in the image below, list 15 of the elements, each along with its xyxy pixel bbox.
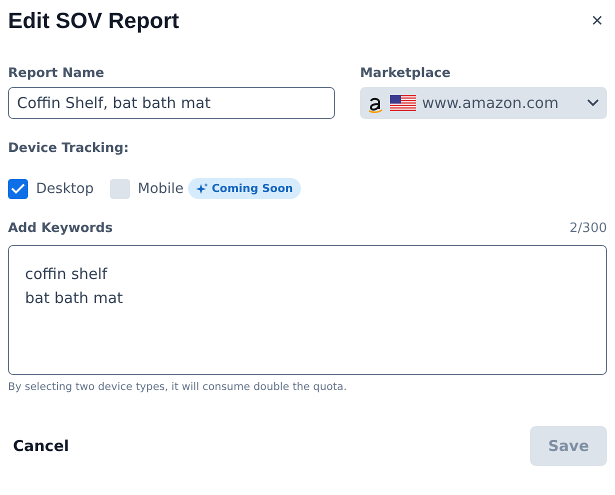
field-label: Report Name xyxy=(8,66,106,81)
checkbox-label: Mobile xyxy=(138,180,184,196)
field-label: Marketplace xyxy=(360,66,452,81)
section-label: Device Tracking: xyxy=(8,141,130,156)
coming-soon-badge: Coming Soon xyxy=(188,178,301,199)
keyword-count: 2/300 xyxy=(570,221,607,236)
report-name-field[interactable]: Coffin Shelf, bat bath mat xyxy=(8,87,335,119)
quota-hint: By selecting two device types, it will consume double the quota. xyxy=(8,381,348,393)
checkbox-label: Desktop xyxy=(36,180,94,196)
cancel-button[interactable]: Cancel xyxy=(8,426,74,466)
dialog-title: Edit SOV Report xyxy=(8,8,180,34)
keywords-field[interactable]: coffin shelf bat bath mat xyxy=(8,245,607,375)
close-button[interactable]: × xyxy=(587,10,607,32)
field-label: Add Keywords xyxy=(8,221,113,236)
marketplace-dropdown[interactable]: www.amazon.com xyxy=(360,87,607,119)
